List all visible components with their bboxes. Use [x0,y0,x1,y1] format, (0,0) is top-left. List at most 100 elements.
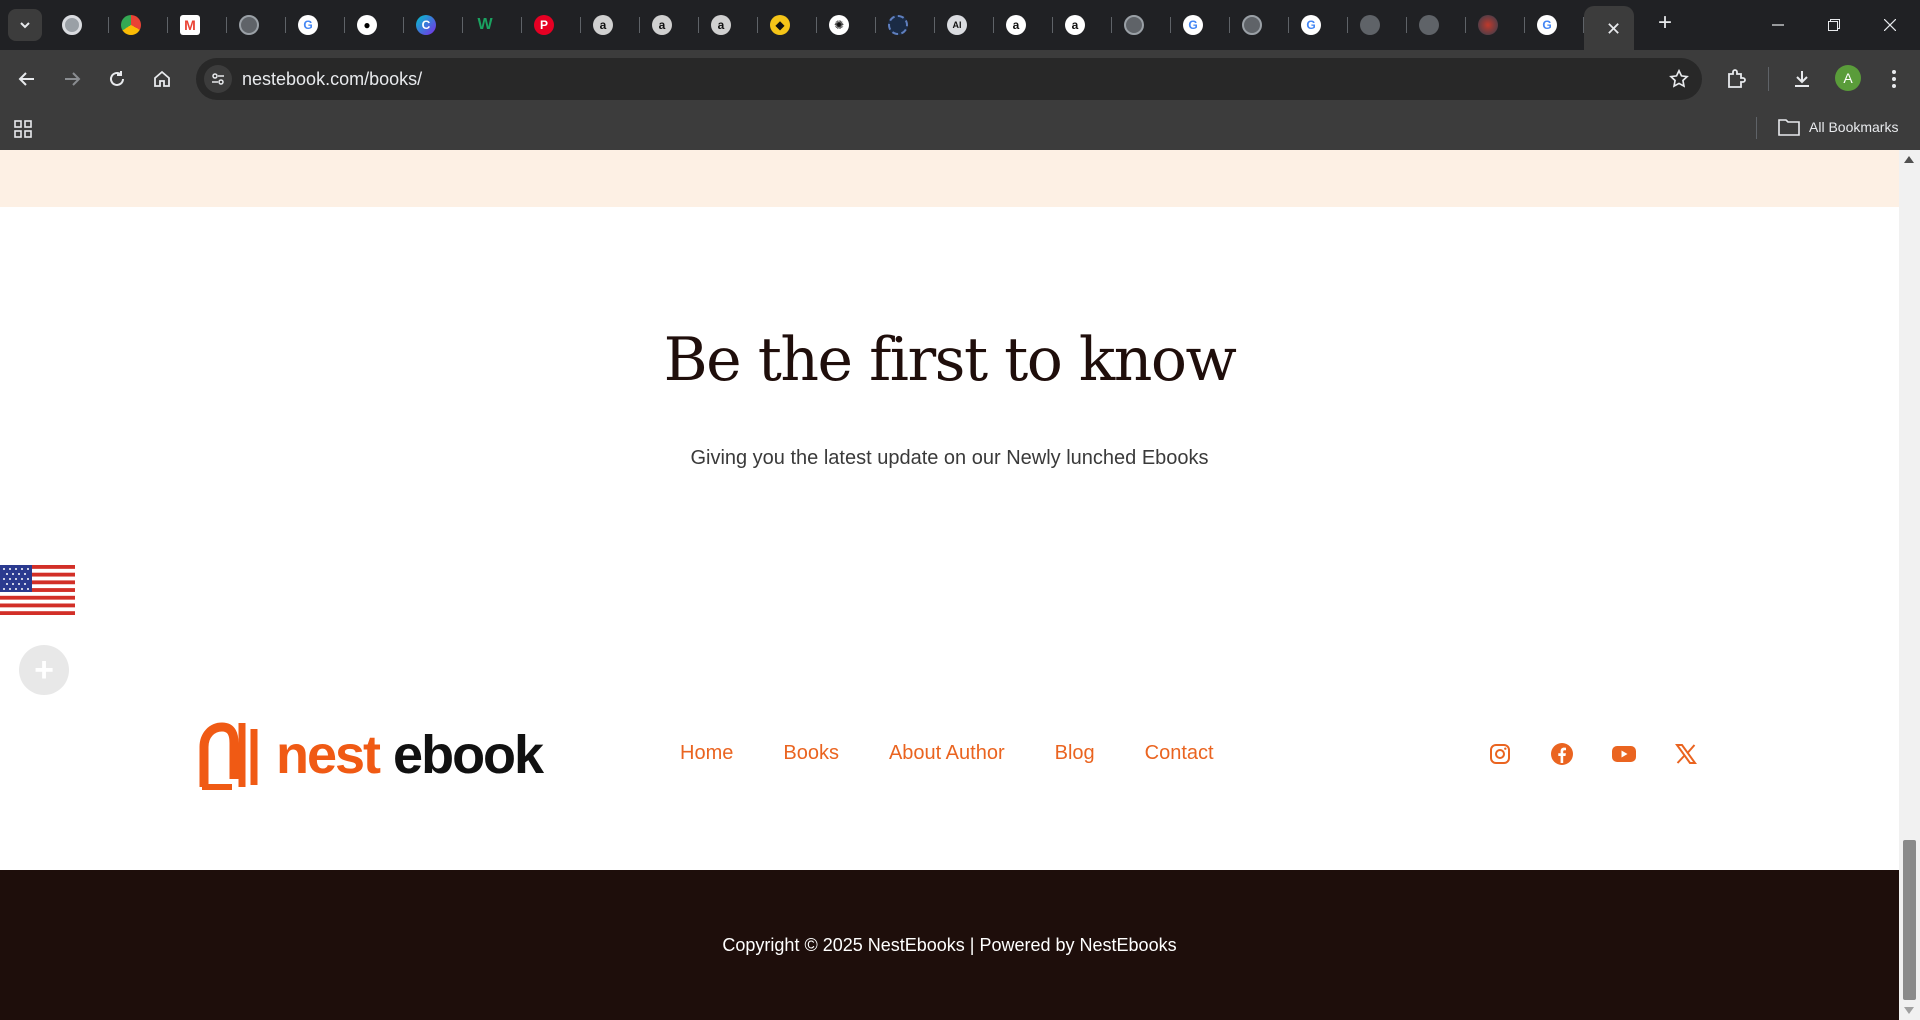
instagram-icon[interactable] [1485,739,1515,769]
tab-1[interactable] [50,6,109,44]
puzzle-icon [1728,69,1746,88]
tab-20[interactable]: G [1171,6,1230,44]
github-icon: ● [357,15,377,35]
tab-7[interactable]: C [404,6,463,44]
arrow-left-icon [18,72,34,86]
copyright-text: Copyright © 2025 NestEbooks | Powered by… [722,935,1177,955]
x-icon[interactable] [1671,739,1701,769]
scroll-up-arrow[interactable] [1904,156,1914,163]
tab-active[interactable]: ✕ [1584,6,1634,50]
close-tab-icon[interactable]: ✕ [1606,19,1621,40]
footer-link-blog[interactable]: Blog [1055,742,1095,765]
tab-14[interactable]: ✺ [817,6,876,44]
tab-8[interactable]: W [463,6,522,44]
google-icon: G [1537,15,1557,35]
menu-button[interactable] [1878,63,1910,95]
tab-12[interactable]: a [699,6,758,44]
pinterest-icon: P [534,15,554,35]
circle-dots-icon [888,15,908,35]
browser-toolbar: nestebook.com/books/ A [0,50,1920,108]
tab-15[interactable] [876,6,935,44]
downloads-button[interactable] [1786,63,1818,95]
reload-button[interactable] [101,63,133,95]
tab-16[interactable]: AI [935,6,994,44]
tab-strip: M G ● C W P a a a ◆ ✺ AI a a G G G ✕ + [0,0,1920,50]
extensions-button[interactable] [1720,63,1752,95]
tab-22[interactable]: G [1289,6,1348,44]
gray-site-icon [1419,15,1439,35]
download-icon [1795,71,1809,87]
tab-24[interactable] [1407,6,1466,44]
scrollbar-thumb[interactable] [1903,840,1916,1000]
bookmark-star-icon[interactable] [1668,68,1690,95]
tabs: M G ● C W P a a a ◆ ✺ AI a a G G G ✕ [50,6,1634,50]
close-window-button[interactable] [1862,0,1918,50]
restore-icon [1828,19,1840,31]
reload-icon [110,71,124,86]
footer-link-contact[interactable]: Contact [1145,742,1214,765]
new-tab-button[interactable]: + [1650,8,1680,38]
tab-3[interactable]: M [168,6,227,44]
url-text[interactable]: nestebook.com/books/ [242,69,422,90]
us-flag-icon[interactable] [0,565,75,615]
tab-25[interactable] [1466,6,1525,44]
amazon-icon: a [1006,15,1026,35]
tab-21[interactable] [1230,6,1289,44]
profile-avatar[interactable]: A [1835,65,1861,91]
tab-9[interactable]: P [522,6,581,44]
tab-13[interactable]: ◆ [758,6,817,44]
w-icon: W [477,16,493,33]
logo-word-ebook: ebook [393,725,544,785]
forward-button[interactable] [56,63,88,95]
page-scrollbar[interactable] [1899,150,1920,1020]
tab-26[interactable]: G [1525,6,1584,44]
tab-19[interactable] [1112,6,1171,44]
toolbar-divider [1768,67,1769,91]
tab-17[interactable]: a [994,6,1053,44]
folder-icon [1778,119,1800,136]
more-vertical-icon [1892,70,1896,88]
chrome-color-icon [121,15,141,35]
amazon-icon: a [593,15,613,35]
tab-11[interactable]: a [640,6,699,44]
nest-ebook-logo[interactable]: nest ebook [198,718,544,792]
apps-grid-icon[interactable] [14,119,34,144]
home-button[interactable] [146,63,178,95]
floating-plus-button[interactable]: + [19,645,69,695]
social-links [1485,739,1733,769]
chevron-down-icon [20,22,30,29]
footer-link-books[interactable]: Books [783,742,839,765]
facebook-icon[interactable] [1547,739,1577,769]
globe-icon [1124,15,1144,35]
scroll-down-arrow[interactable] [1904,1007,1914,1014]
tab-search-button[interactable] [8,9,42,41]
hexagon-icon: ◆ [770,15,790,35]
tab-6[interactable]: ● [345,6,404,44]
peach-section-bottom [0,150,1899,207]
tab-5[interactable]: G [286,6,345,44]
all-bookmarks-button[interactable]: All Bookmarks [1778,118,1898,136]
amazon-icon: a [1065,15,1085,35]
minimize-button[interactable] [1750,0,1806,50]
google-icon: G [1183,15,1203,35]
youtube-icon[interactable] [1609,739,1639,769]
tab-10[interactable]: a [581,6,640,44]
logo-word-nest: nest [276,725,381,785]
arrow-right-icon [65,72,81,86]
footer-link-home[interactable]: Home [680,742,733,765]
footer-link-about-author[interactable]: About Author [889,742,1005,765]
globe-color-icon [1478,15,1498,35]
tab-4[interactable] [227,6,286,44]
close-icon [1884,19,1896,31]
globe-icon [1242,15,1262,35]
tab-2[interactable] [109,6,168,44]
tab-18[interactable]: a [1053,6,1112,44]
page-viewport: Be the first to know Giving you the late… [0,150,1899,1020]
address-bar[interactable]: nestebook.com/books/ [196,58,1702,100]
restore-button[interactable] [1806,0,1862,50]
back-button[interactable] [11,63,43,95]
site-info-icon[interactable] [204,65,232,93]
gmail-icon: M [180,15,200,35]
tab-23[interactable] [1348,6,1407,44]
ai-icon: AI [947,15,967,35]
